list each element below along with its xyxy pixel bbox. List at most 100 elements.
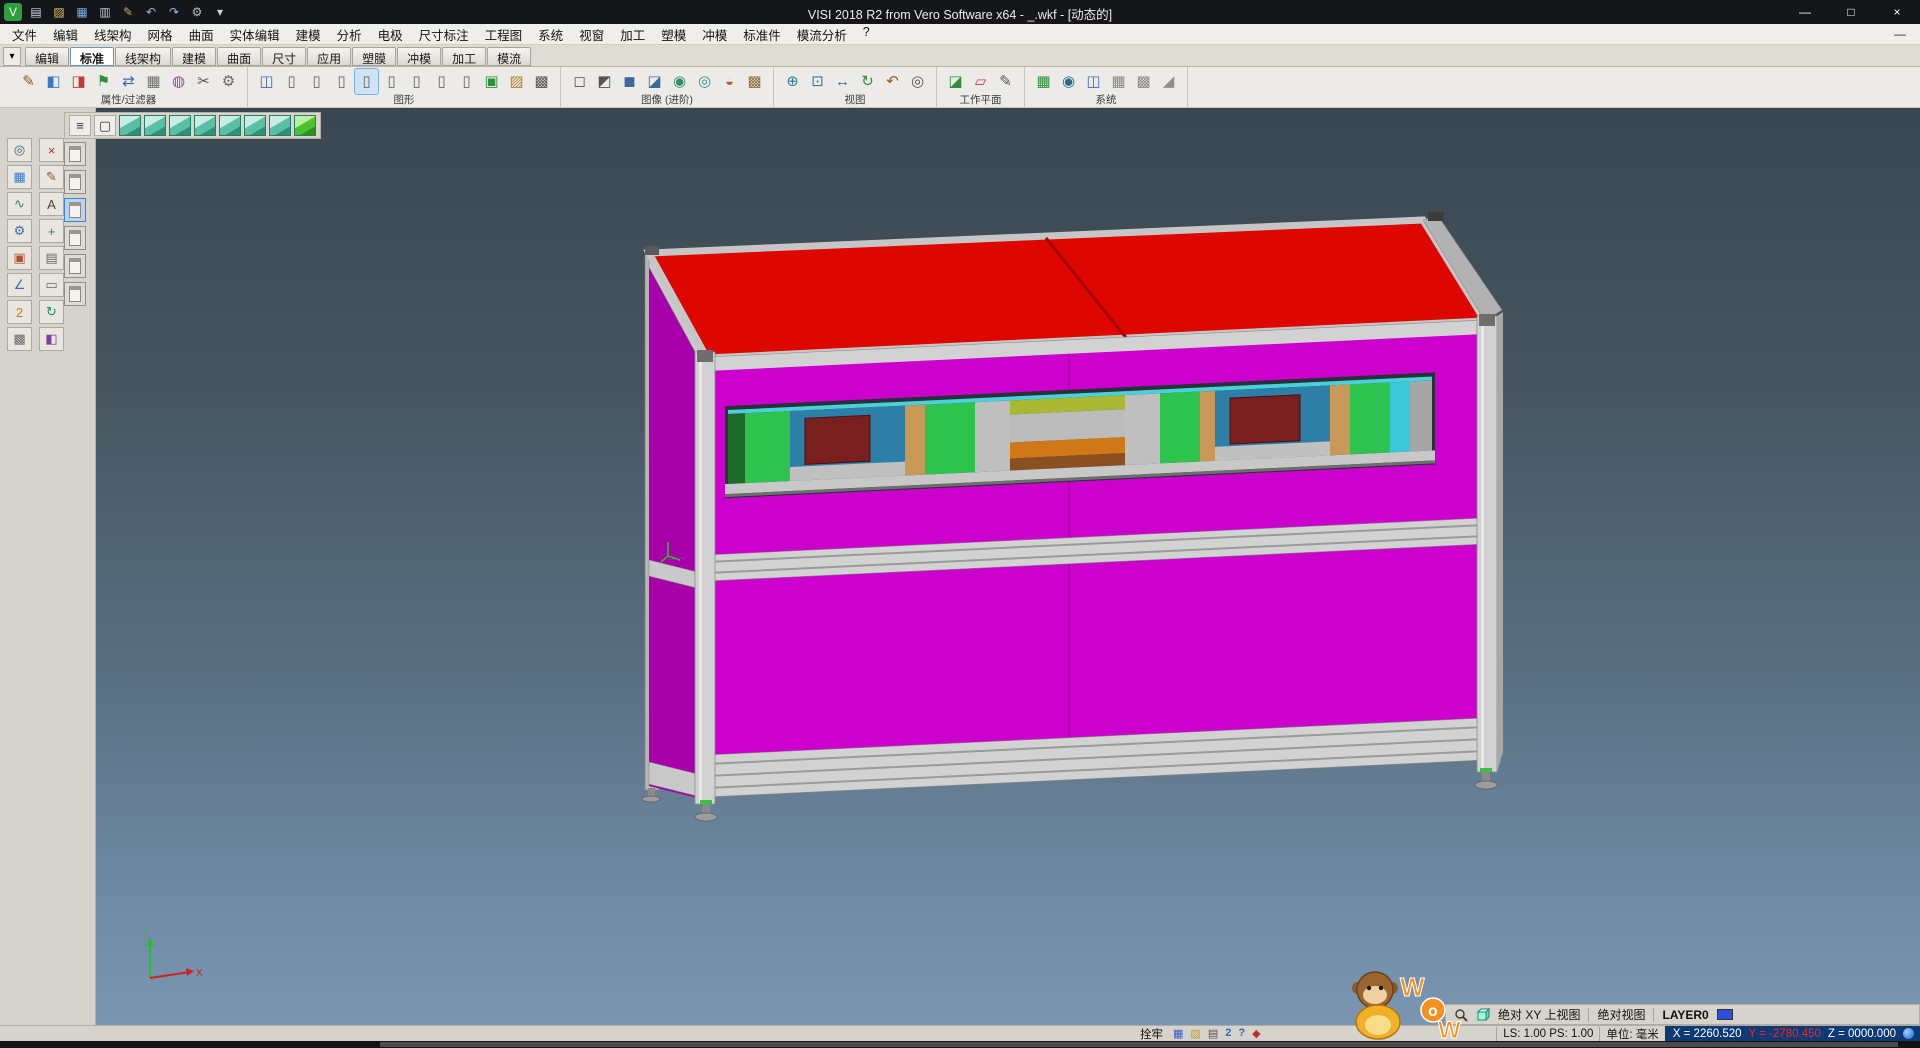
tab-overflow-caret[interactable]: ▾ <box>3 47 21 66</box>
clipboard-slot-2[interactable] <box>64 170 86 194</box>
swap-filter-icon[interactable]: ⇄ <box>117 69 140 94</box>
menu-mould[interactable]: 塑模 <box>653 23 694 46</box>
lock-toggle[interactable]: 拴牢 <box>1140 1026 1163 1042</box>
tab-mould[interactable]: 塑膜 <box>352 47 396 66</box>
menu-solid-edit[interactable]: 实体编辑 <box>222 23 288 46</box>
chart-tool-icon[interactable]: ◧ <box>39 327 64 351</box>
iso-view-cube[interactable] <box>119 115 141 136</box>
floppy-icon[interactable]: ▦ <box>1173 1027 1183 1040</box>
surfaces-toggle-icon[interactable]: ▯ <box>380 69 403 94</box>
tab-die[interactable]: 冲模 <box>397 47 441 66</box>
clipboard-slot-1[interactable] <box>64 142 86 166</box>
refresh-view-icon[interactable]: ◎ <box>906 69 929 94</box>
tab-surface[interactable]: 曲面 <box>217 47 261 66</box>
view-menu-icon[interactable]: ≡ <box>69 115 91 136</box>
axes-cube-icon[interactable] <box>1476 1008 1490 1022</box>
menu-modeling[interactable]: 建模 <box>288 23 329 46</box>
child-window-minimize[interactable]: — <box>1894 27 1906 41</box>
back-view-cube[interactable] <box>244 115 266 136</box>
filter-settings-icon[interactable]: ⚙ <box>217 69 240 94</box>
pan-view-icon[interactable]: ↔ <box>831 69 854 94</box>
view-mode-label[interactable]: 绝对视图 <box>1597 1006 1645 1023</box>
texture-mode-icon[interactable]: ▩ <box>743 69 766 94</box>
previous-view-icon[interactable]: ↶ <box>881 69 904 94</box>
layer-color-chip[interactable] <box>1717 1009 1733 1020</box>
left-view-cube[interactable] <box>219 115 241 136</box>
text-tool-icon[interactable]: A <box>39 192 64 216</box>
notify-icon[interactable]: ◆ <box>1252 1027 1260 1040</box>
workplane-edit-icon[interactable]: ✎ <box>994 69 1017 94</box>
tab-standard[interactable]: 标准 <box>70 47 114 66</box>
maximize-button[interactable]: □ <box>1828 0 1874 24</box>
workplane-entity-icon[interactable]: ▱ <box>969 69 992 94</box>
menu-machining[interactable]: 加工 <box>612 23 653 46</box>
solid-tool-icon[interactable]: ▣ <box>7 246 32 270</box>
scrollbar-thumb[interactable] <box>380 1042 1898 1047</box>
menu-file[interactable]: 文件 <box>4 23 45 46</box>
groups-toggle-icon[interactable]: ▩ <box>530 69 553 94</box>
menu-help[interactable]: ? <box>855 23 878 46</box>
pencil-tool-icon[interactable]: ✎ <box>39 165 64 189</box>
minimize-button[interactable]: — <box>1782 0 1828 24</box>
matrix-icon[interactable]: ▩ <box>1132 69 1155 94</box>
clipboard-slot-4[interactable] <box>64 226 86 250</box>
menu-surface[interactable]: 曲面 <box>181 23 222 46</box>
lines-toggle-icon[interactable]: ▯ <box>305 69 328 94</box>
viewport-3d[interactable]: X Y <box>96 108 1920 1025</box>
dims-toggle-icon[interactable]: ▯ <box>455 69 478 94</box>
rotate-view-icon[interactable]: ↻ <box>856 69 879 94</box>
tab-application[interactable]: 应用 <box>307 47 351 66</box>
clipboard-slot-3[interactable] <box>64 198 86 222</box>
tab-edit[interactable]: 编辑 <box>25 47 69 66</box>
clip-filter-icon[interactable]: ✂ <box>192 69 215 94</box>
menu-analysis[interactable]: 分析 <box>329 23 370 46</box>
menu-flow-analysis[interactable]: 模流分析 <box>789 23 855 46</box>
wireframe-mode-icon[interactable]: ◻ <box>568 69 591 94</box>
plan-view-icon[interactable]: ▢ <box>94 115 116 136</box>
help-status-icon[interactable]: ? <box>1238 1027 1245 1040</box>
menu-drawing[interactable]: 工程图 <box>477 23 531 46</box>
sheet-tool-icon[interactable]: ▤ <box>39 246 64 270</box>
edge-filter-icon[interactable]: ◨ <box>67 69 90 94</box>
refresh-tool-icon[interactable]: ↻ <box>39 300 64 324</box>
texts-toggle-icon[interactable]: ▯ <box>430 69 453 94</box>
hatch-toggle-icon[interactable]: ▨ <box>505 69 528 94</box>
hidden-line-mode-icon[interactable]: ◩ <box>593 69 616 94</box>
zoom-all-icon[interactable]: ⊕ <box>781 69 804 94</box>
flag-filter-icon[interactable]: ⚑ <box>92 69 115 94</box>
points-toggle-icon[interactable]: ▯ <box>280 69 303 94</box>
menu-die[interactable]: 冲模 <box>694 23 735 46</box>
color-grid-icon[interactable]: ▦ <box>1032 69 1055 94</box>
menu-dimension[interactable]: 尺寸标注 <box>411 23 477 46</box>
clipboard-slot-6[interactable] <box>64 282 86 306</box>
units-status[interactable]: 单位: 毫米 <box>1600 1026 1664 1042</box>
shaded-edges-mode-icon[interactable]: ◪ <box>643 69 666 94</box>
zoom-window-icon[interactable]: ⊡ <box>806 69 829 94</box>
symbols-toggle-icon[interactable]: ▣ <box>480 69 503 94</box>
clipboard-slot-5[interactable] <box>64 254 86 278</box>
curve-tool-icon[interactable]: ∿ <box>7 192 32 216</box>
modify-tool-icon[interactable]: + <box>39 219 64 243</box>
tab-dimension[interactable]: 尺寸 <box>262 47 306 66</box>
workplane-standard-icon[interactable]: ◪ <box>944 69 967 94</box>
layer-filter-icon[interactable]: ▦ <box>142 69 165 94</box>
tab-flow[interactable]: 模流 <box>487 47 531 66</box>
printer-icon[interactable]: ▤ <box>1208 1027 1218 1040</box>
grid-tool-icon[interactable]: ▦ <box>7 165 32 189</box>
folder-icon[interactable]: ▨ <box>1190 1027 1200 1040</box>
layers-tool-icon[interactable]: ▩ <box>7 327 32 351</box>
horizontal-scrollbar[interactable] <box>0 1041 1920 1048</box>
active-layer-label[interactable]: LAYER0 <box>1662 1008 1708 1022</box>
menu-wireframe[interactable]: 线架构 <box>86 23 140 46</box>
display-all-icon[interactable]: ◫ <box>255 69 278 94</box>
front-view-cube[interactable] <box>169 115 191 136</box>
ruler-tool-icon[interactable]: ▭ <box>39 273 64 297</box>
scale-status[interactable]: LS: 1.00 PS: 1.00 <box>1497 1028 1599 1040</box>
tab-modeling[interactable]: 建模 <box>172 47 216 66</box>
transparent-mode-icon[interactable]: ◎ <box>693 69 716 94</box>
angle-tool-icon[interactable]: ∠ <box>7 273 32 297</box>
arcs-toggle-icon[interactable]: ▯ <box>330 69 353 94</box>
menu-electrode[interactable]: 电极 <box>370 23 411 46</box>
snap-grid-icon[interactable]: ▦ <box>1107 69 1130 94</box>
snap-count-icon[interactable]: 2 <box>1225 1027 1231 1040</box>
